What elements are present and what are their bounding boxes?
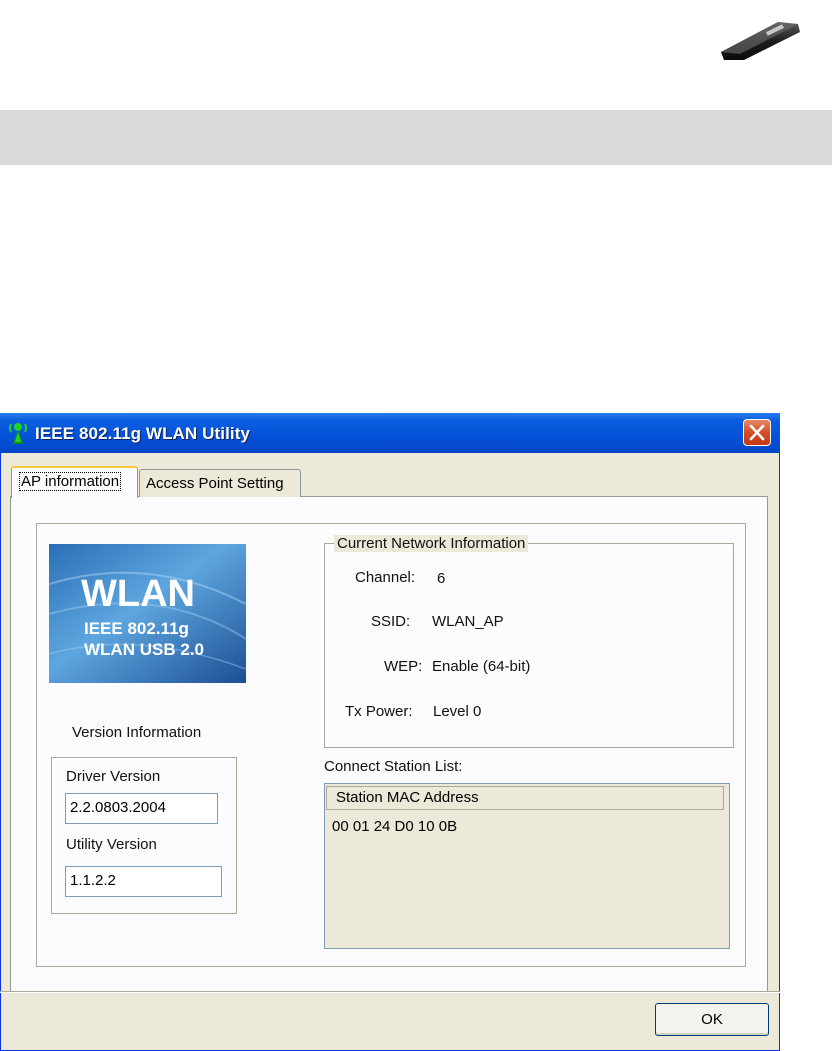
ok-button[interactable]: OK — [655, 1003, 769, 1036]
wep-label: WEP: — [384, 658, 423, 675]
antenna-icon — [9, 423, 27, 444]
tx-power-value: Level 0 — [433, 703, 482, 720]
list-item[interactable]: 00 01 24 D0 10 0B — [332, 818, 457, 835]
version-info-heading: Version Information — [72, 724, 202, 741]
utility-version-field[interactable]: 1.1.2.2 — [65, 866, 222, 897]
ssid-value: WLAN_AP — [432, 613, 504, 630]
network-info-legend: Current Network Information — [334, 535, 529, 552]
bottom-separator — [0, 991, 780, 993]
tab-ap-information[interactable]: AP information — [11, 466, 138, 498]
tab-access-point-setting[interactable]: Access Point Setting — [139, 469, 301, 497]
usb-stick-icon — [721, 22, 800, 60]
close-button[interactable] — [743, 419, 771, 446]
channel-value: 6 — [437, 570, 446, 587]
wlan-logo-image: WLAN IEEE 802.11g WLAN USB 2.0 — [49, 544, 246, 683]
logo-line2: WLAN USB 2.0 — [84, 640, 204, 659]
tx-power-label: Tx Power: — [345, 703, 413, 720]
station-list[interactable]: Station MAC Address 00 01 24 D0 10 0B — [324, 783, 730, 949]
window-title: IEEE 802.11g WLAN Utility — [35, 424, 251, 443]
wep-value: Enable (64-bit) — [432, 658, 531, 675]
driver-version-label: Driver Version — [66, 768, 161, 785]
channel-label: Channel: — [355, 569, 416, 586]
logo-line1: IEEE 802.11g — [84, 619, 189, 638]
utility-version-label: Utility Version — [66, 836, 157, 853]
section-header-band — [0, 110, 832, 165]
title-bar[interactable]: IEEE 802.11g WLAN Utility — [0, 413, 780, 453]
close-icon — [749, 424, 765, 441]
tab-label: AP information — [19, 472, 122, 491]
logo-big-text: WLAN — [81, 573, 195, 615]
tab-label: Access Point Setting — [146, 475, 284, 492]
driver-version-field[interactable]: 2.2.0803.2004 — [65, 793, 218, 824]
station-list-label: Connect Station List: — [324, 758, 463, 775]
column-header-mac[interactable]: Station MAC Address — [326, 786, 724, 810]
ssid-label: SSID: — [371, 613, 411, 630]
